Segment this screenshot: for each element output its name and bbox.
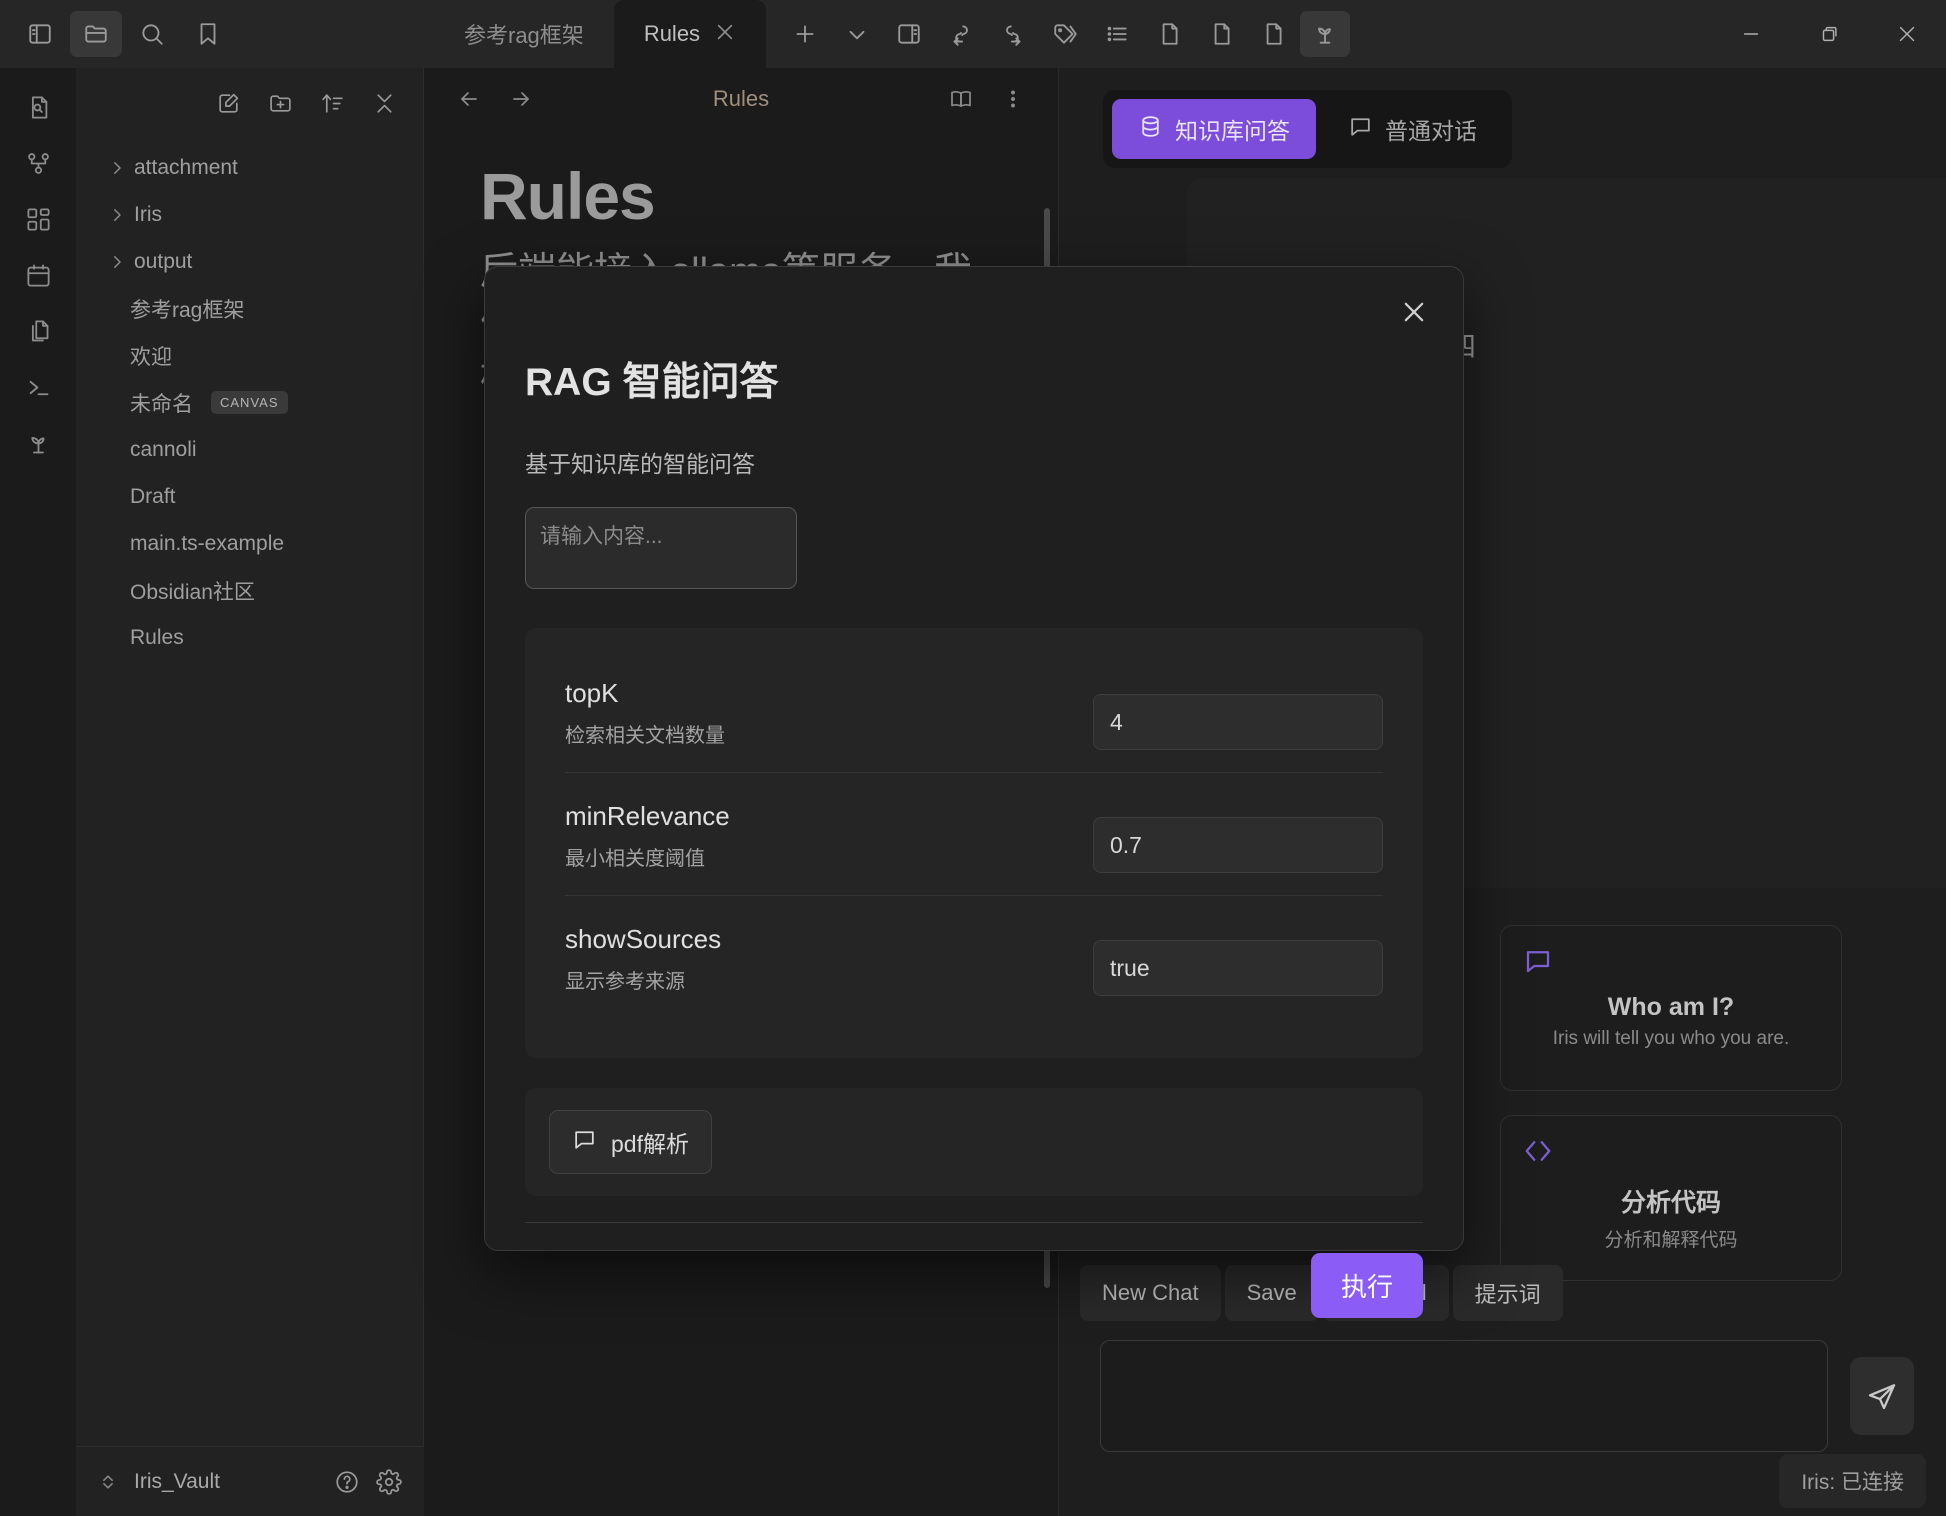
param-label-group: showSources 显示参考来源: [565, 924, 721, 994]
param-description: 显示参考来源: [565, 971, 685, 993]
param-description: 检索相关文档数量: [565, 725, 725, 747]
param-row-minrelevance: minRelevance 最小相关度阈值: [565, 772, 1383, 895]
modal-title: RAG 智能问答: [525, 361, 779, 404]
param-row-topk: topK 检索相关文档数量: [565, 662, 1383, 772]
param-label-group: topK 检索相关文档数量: [565, 678, 725, 748]
modal-subtitle: 基于知识库的智能问答: [525, 451, 755, 477]
param-row-showsources: showSources 显示参考来源: [565, 895, 1383, 1018]
param-description: 最小相关度阈值: [565, 848, 705, 870]
rag-qa-modal: RAG 智能问答 基于知识库的智能问答 topK 检索相关文档数量 minRel…: [484, 266, 1464, 1318]
modal-overlay: RAG 智能问答 基于知识库的智能问答 topK 检索相关文档数量 minRel…: [0, 0, 1946, 1516]
close-icon[interactable]: [1391, 289, 1437, 335]
run-button[interactable]: 执行: [1310, 1253, 1423, 1318]
param-label-group: minRelevance 最小相关度阈值: [565, 801, 730, 871]
param-name: topK: [565, 678, 619, 708]
param-input-minrelevance[interactable]: [1093, 817, 1383, 873]
param-name: minRelevance: [565, 801, 730, 831]
query-input[interactable]: [525, 507, 797, 589]
obsidian-window: 参考rag框架 Rules attachment Iris output 参考r…: [0, 0, 1946, 1516]
parameters-panel: topK 检索相关文档数量 minRelevance 最小相关度阈值 showS…: [525, 628, 1423, 1058]
param-name: showSources: [565, 924, 722, 954]
modal-actions-box: pdf解析: [525, 1088, 1423, 1196]
param-input-topk[interactable]: [1093, 694, 1383, 750]
chat-bubble-icon: [572, 1127, 597, 1158]
pdf-parse-button[interactable]: pdf解析: [549, 1110, 712, 1174]
param-input-showsources[interactable]: [1093, 940, 1383, 996]
pdf-parse-label: pdf解析: [611, 1131, 689, 1157]
modal-footer: 执行: [525, 1222, 1423, 1318]
